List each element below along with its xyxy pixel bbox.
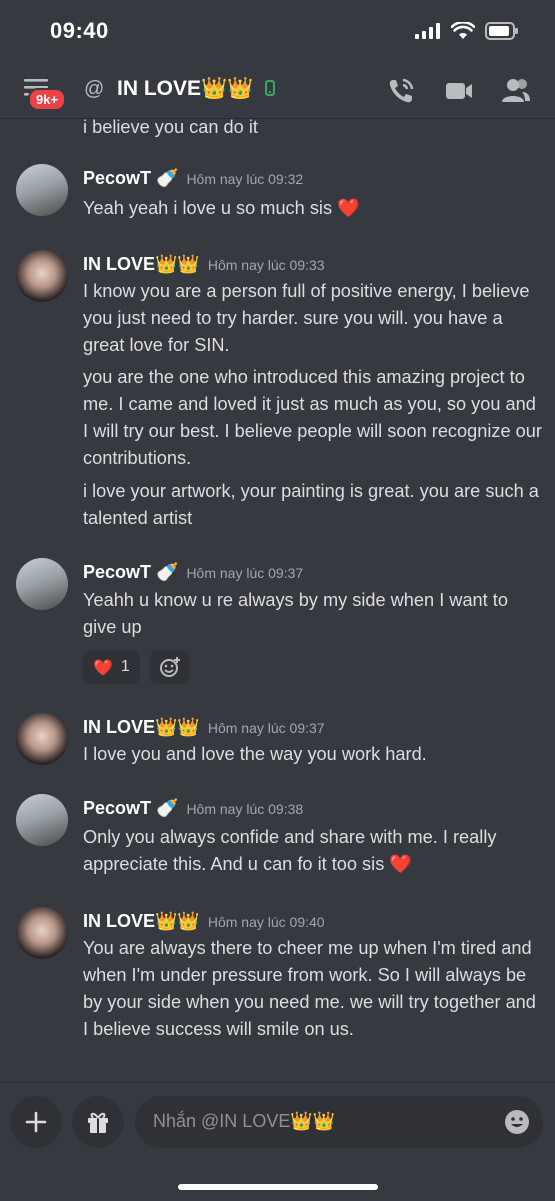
message-text: I know you are a person full of positive… xyxy=(83,281,530,355)
gift-button[interactable] xyxy=(72,1096,124,1148)
home-indicator xyxy=(178,1184,378,1190)
status-bar: 09:40 xyxy=(0,0,555,62)
avatar[interactable] xyxy=(16,713,68,765)
avatar[interactable] xyxy=(16,558,68,610)
avatar[interactable] xyxy=(16,794,68,846)
message-author[interactable]: PecowT 🍼 Hôm nay lúc 09:37 xyxy=(83,562,303,583)
channel-title-text: IN LOVE👑👑 xyxy=(117,77,254,100)
message-author[interactable]: PecowT 🍼 Hôm nay lúc 09:38 xyxy=(83,798,303,819)
message-timestamp: Hôm nay lúc 09:38 xyxy=(186,801,304,817)
add-reaction-icon xyxy=(160,657,180,677)
add-reaction-button[interactable] xyxy=(150,650,190,684)
message-text: i believe you can do it xyxy=(83,118,258,137)
gift-icon xyxy=(88,1112,108,1133)
message-text: You are always there to cheer me up when… xyxy=(83,938,536,1039)
author-name: PecowT 🍼 xyxy=(83,798,179,818)
message-list[interactable]: i believe you can do it PecowT 🍼 Hôm nay … xyxy=(0,118,555,1080)
status-time: 09:40 xyxy=(50,18,109,43)
message-author[interactable]: IN LOVE👑👑 Hôm nay lúc 09:37 xyxy=(83,717,325,738)
avatar[interactable] xyxy=(16,250,68,302)
message-author[interactable]: PecowT 🍼 Hôm nay lúc 09:32 xyxy=(83,168,303,189)
message-composer: Nhắn @IN LOVE👑👑 xyxy=(0,1082,555,1201)
reaction-heart[interactable]: ❤️ 1 xyxy=(83,650,140,684)
avatar[interactable] xyxy=(16,164,68,216)
author-name: IN LOVE👑👑 xyxy=(83,911,200,931)
message-author[interactable]: IN LOVE👑👑 Hôm nay lúc 09:33 xyxy=(83,254,325,275)
message-input[interactable]: Nhắn @IN LOVE👑👑 xyxy=(135,1096,543,1148)
signal-icon xyxy=(415,23,440,39)
author-name: IN LOVE👑👑 xyxy=(83,717,200,737)
emoji-icon[interactable] xyxy=(503,1108,531,1136)
author-name: PecowT 🍼 xyxy=(83,168,179,188)
message-text: Yeahh u know u re always by my side when… xyxy=(83,590,508,637)
message-text: i love your artwork, your painting is gr… xyxy=(83,481,539,528)
plus-icon xyxy=(25,1111,47,1133)
attach-button[interactable] xyxy=(10,1096,62,1148)
message-author[interactable]: IN LOVE👑👑 Hôm nay lúc 09:40 xyxy=(83,911,325,932)
message-text: Yeah yeah i love u so much sis ❤️ xyxy=(83,198,360,218)
message-text: you are the one who introduced this amaz… xyxy=(83,367,542,468)
notification-badge: 9k+ xyxy=(28,88,67,111)
author-name: PecowT 🍼 xyxy=(83,562,179,582)
mobile-status-icon xyxy=(265,80,276,96)
message-timestamp: Hôm nay lúc 09:32 xyxy=(186,171,304,187)
channel-title[interactable]: IN LOVE👑👑 xyxy=(117,77,276,101)
battery-icon xyxy=(485,22,518,40)
at-symbol: @ xyxy=(84,78,105,100)
message-input-placeholder: Nhắn @IN LOVE👑👑 xyxy=(153,1111,336,1131)
reaction-emoji: ❤️ xyxy=(93,657,113,677)
members-icon[interactable] xyxy=(500,76,532,106)
phone-call-icon[interactable] xyxy=(386,76,416,106)
wifi-icon xyxy=(451,22,475,39)
message-timestamp: Hôm nay lúc 09:37 xyxy=(207,720,325,736)
author-name: IN LOVE👑👑 xyxy=(83,254,200,274)
avatar[interactable] xyxy=(16,907,68,959)
reaction-count: 1 xyxy=(120,658,130,675)
message-text: I love you and love the way you work har… xyxy=(83,744,427,764)
video-icon[interactable] xyxy=(444,76,474,106)
channel-header: 9k+ @ IN LOVE👑👑 xyxy=(0,62,555,118)
message-timestamp: Hôm nay lúc 09:37 xyxy=(186,565,304,581)
message-timestamp: Hôm nay lúc 09:40 xyxy=(207,914,325,930)
message-timestamp: Hôm nay lúc 09:33 xyxy=(207,257,325,273)
status-icons xyxy=(415,22,519,40)
message-text: Only you always confide and share with m… xyxy=(83,827,497,874)
